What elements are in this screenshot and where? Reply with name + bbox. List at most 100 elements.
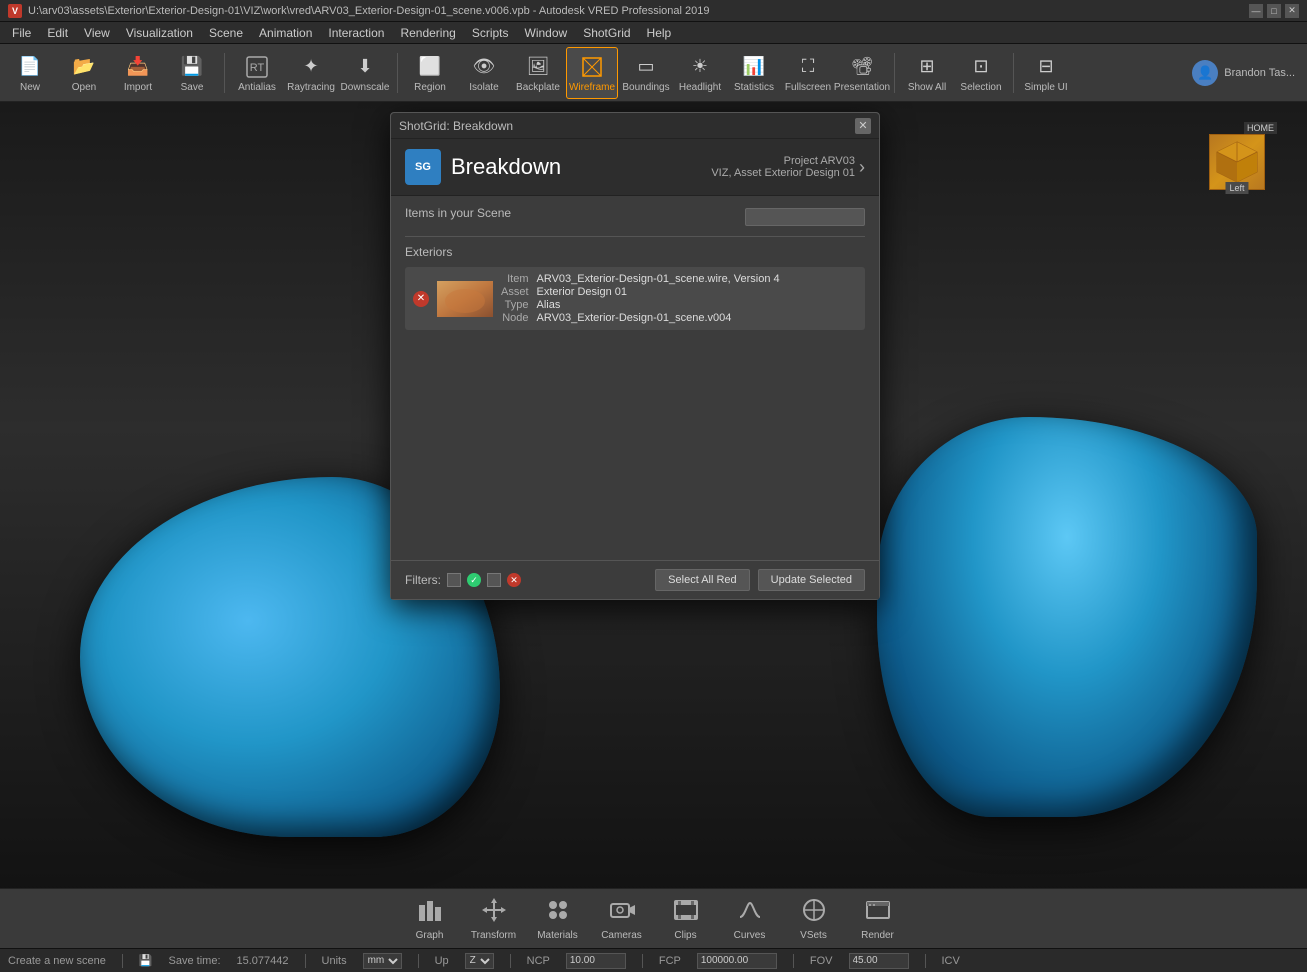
- menu-bar: File Edit View Visualization Scene Anima…: [0, 22, 1307, 44]
- clips-icon: [673, 897, 699, 927]
- tool-fullscreen[interactable]: ⛶ Fullscreen: [782, 47, 834, 99]
- tool-show-all[interactable]: ⊞ Show All: [901, 47, 953, 99]
- dialog-title-text: ShotGrid: Breakdown: [399, 119, 513, 133]
- tool-presentation[interactable]: 📽 Presentation: [836, 47, 888, 99]
- filter-green-icon: ✓: [467, 573, 481, 587]
- dialog-subproject: VIZ, Asset Exterior Design 01: [711, 167, 855, 179]
- menu-scripts[interactable]: Scripts: [464, 24, 517, 42]
- bottom-tool-transform[interactable]: Transform: [466, 892, 522, 946]
- tool-wireframe-label: Wireframe: [569, 83, 615, 93]
- status-text: Create a new scene: [8, 955, 106, 967]
- minimize-button[interactable]: —: [1249, 4, 1263, 18]
- tool-raytracing[interactable]: ✦ Raytracing: [285, 47, 337, 99]
- search-input[interactable]: [745, 208, 865, 226]
- boundings-icon: ▭: [632, 53, 660, 81]
- tool-open[interactable]: 📂 Open: [58, 47, 110, 99]
- window-controls[interactable]: — □ ✕: [1249, 4, 1299, 18]
- tool-selection[interactable]: ⊡ Selection: [955, 47, 1007, 99]
- new-icon: 📄: [16, 53, 44, 81]
- tool-new[interactable]: 📄 New: [4, 47, 56, 99]
- user-avatar: 👤: [1192, 60, 1218, 86]
- units-select[interactable]: mm cm m: [363, 953, 402, 969]
- filter-checkbox-1[interactable]: [447, 573, 461, 587]
- select-all-red-button[interactable]: Select All Red: [655, 569, 749, 591]
- breakdown-dialog: ShotGrid: Breakdown ✕ SG Breakdown Proje…: [390, 112, 880, 600]
- fcp-input[interactable]: [697, 953, 777, 969]
- tool-wireframe[interactable]: Wireframe: [566, 47, 618, 99]
- render-label: Render: [861, 930, 894, 941]
- separator-4: [1013, 53, 1014, 93]
- bottom-tool-materials[interactable]: Materials: [530, 892, 586, 946]
- nav-cube[interactable]: HOME Left: [1197, 122, 1277, 202]
- bottom-tool-vsets[interactable]: VSets: [786, 892, 842, 946]
- dialog-project: Project ARV03: [711, 155, 855, 167]
- menu-scene[interactable]: Scene: [201, 24, 251, 42]
- tool-region[interactable]: ⬜ Region: [404, 47, 456, 99]
- status-sep-5: [642, 954, 643, 968]
- tool-isolate[interactable]: 👁 Isolate: [458, 47, 510, 99]
- tool-antialias-label: Antialias: [238, 83, 276, 93]
- title-bar: V U:\arv03\assets\Exterior\Exterior-Desi…: [0, 0, 1307, 22]
- import-icon: 📥: [124, 53, 152, 81]
- item-key-type: Type: [501, 299, 529, 311]
- toolbar: 📄 New 📂 Open 📥 Import 💾 Save RT Antialia…: [0, 44, 1307, 102]
- menu-rendering[interactable]: Rendering: [392, 24, 463, 42]
- menu-animation[interactable]: Animation: [251, 24, 320, 42]
- tool-simple-ui[interactable]: ⊟ Simple UI: [1020, 47, 1072, 99]
- tool-statistics-label: Statistics: [734, 83, 774, 93]
- tool-backplate[interactable]: 🖼 Backplate: [512, 47, 564, 99]
- fullscreen-icon: ⛶: [794, 53, 822, 81]
- tool-boundings[interactable]: ▭ Boundings: [620, 47, 672, 99]
- section-header: Exteriors: [405, 245, 865, 259]
- item-key-item: Item: [501, 273, 529, 285]
- bottom-tool-clips[interactable]: Clips: [658, 892, 714, 946]
- tool-statistics[interactable]: 📊 Statistics: [728, 47, 780, 99]
- filter-red-icon: ✕: [507, 573, 521, 587]
- filters-area: Filters: ✓ ✕: [405, 573, 521, 587]
- menu-help[interactable]: Help: [639, 24, 680, 42]
- icv-label: ICV: [942, 955, 960, 967]
- menu-interaction[interactable]: Interaction: [320, 24, 392, 42]
- graph-icon: [417, 897, 443, 927]
- ncp-label: NCP: [527, 955, 550, 967]
- item-key-asset: Asset: [501, 286, 529, 298]
- maximize-button[interactable]: □: [1267, 4, 1281, 18]
- dialog-spacer: [391, 340, 879, 560]
- cameras-icon: [609, 897, 635, 927]
- tool-save[interactable]: 💾 Save: [166, 47, 218, 99]
- item-status-icon: ✕: [413, 291, 429, 307]
- menu-file[interactable]: File: [4, 24, 39, 42]
- bottom-tool-curves[interactable]: Curves: [722, 892, 778, 946]
- up-select[interactable]: Z Y: [465, 953, 494, 969]
- headlight-icon: ☀: [686, 53, 714, 81]
- tool-selection-label: Selection: [960, 83, 1001, 93]
- cameras-label: Cameras: [601, 930, 642, 941]
- bottom-tool-render[interactable]: Render: [850, 892, 906, 946]
- fov-input[interactable]: [849, 953, 909, 969]
- filter-checkbox-2[interactable]: [487, 573, 501, 587]
- up-label: Up: [435, 955, 449, 967]
- menu-visualization[interactable]: Visualization: [118, 24, 201, 42]
- section-divider: [405, 236, 865, 237]
- menu-view[interactable]: View: [76, 24, 118, 42]
- update-selected-button[interactable]: Update Selected: [758, 569, 865, 591]
- separator-3: [894, 53, 895, 93]
- tool-presentation-label: Presentation: [834, 83, 890, 93]
- menu-shotgrid[interactable]: ShotGrid: [575, 24, 638, 42]
- bottom-tool-cameras[interactable]: Cameras: [594, 892, 650, 946]
- item-row: ✕ Item: [405, 267, 865, 330]
- backplate-icon: 🖼: [524, 53, 552, 81]
- tool-import[interactable]: 📥 Import: [112, 47, 164, 99]
- menu-window[interactable]: Window: [517, 24, 576, 42]
- tool-headlight[interactable]: ☀ Headlight: [674, 47, 726, 99]
- close-button[interactable]: ✕: [1285, 4, 1299, 18]
- menu-edit[interactable]: Edit: [39, 24, 76, 42]
- bottom-tool-graph[interactable]: Graph: [402, 892, 458, 946]
- save-time-label: Save time:: [169, 955, 221, 967]
- dialog-close-button[interactable]: ✕: [855, 118, 871, 134]
- header-arrow-icon[interactable]: ›: [859, 157, 865, 178]
- tool-antialias[interactable]: RT Antialias: [231, 47, 283, 99]
- ncp-input[interactable]: [566, 953, 626, 969]
- item-details: Item ARV03_Exterior-Design-01_scene.wire…: [501, 273, 857, 324]
- tool-downscale[interactable]: ⬇ Downscale: [339, 47, 391, 99]
